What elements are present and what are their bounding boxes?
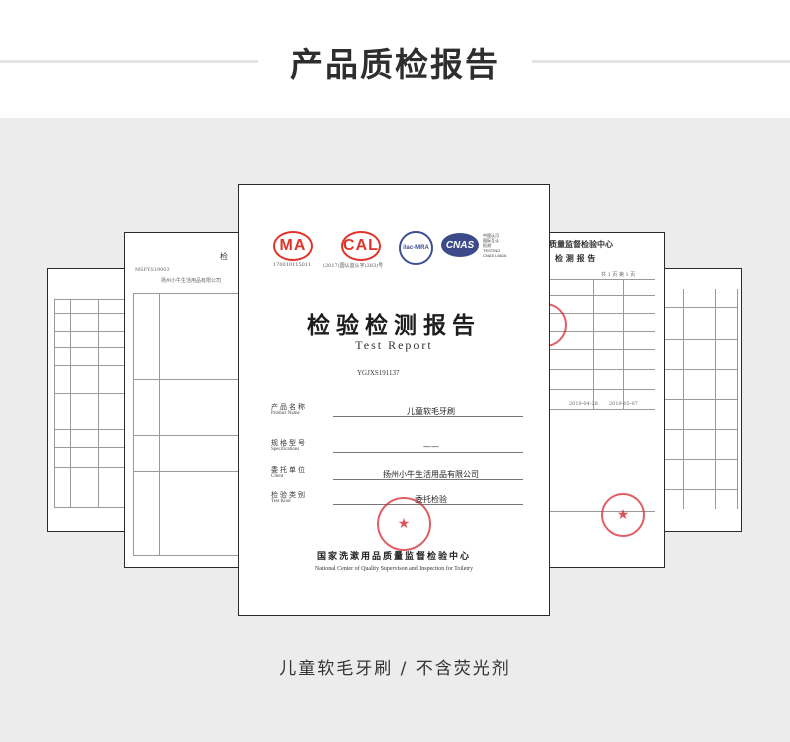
issuing-organization-en: National Center of Quality Supervison an… <box>314 566 474 572</box>
cma-logo-icon: MA <box>273 231 313 261</box>
field-specifications: 规格型号 Specifications —— <box>271 438 523 460</box>
page-title: 产品质检报告 <box>290 45 500 84</box>
report-subtitle: Test Report <box>355 338 433 352</box>
report-page-right: 质量监督检验中心 检 测 报 告 共 1 页 第 1 页 2019-04-28 … <box>538 232 665 568</box>
report-title: 检验检测报告 <box>307 312 481 339</box>
right-report-date-1: 2019-04-28 <box>569 401 598 407</box>
report-page-far-left <box>47 268 133 532</box>
right-report-page: 共 1 页 第 1 页 <box>601 272 636 278</box>
report-page-left: 检 MSFYS19003 扬州小牛生活用品有限公司 <box>124 232 246 568</box>
header-divider-right <box>532 60 790 63</box>
cal-logo-icon: CAL <box>341 231 381 261</box>
page-header: 产品质检报告 <box>0 0 790 118</box>
field-label-en: Client <box>271 474 284 479</box>
field-label-en: Specifications <box>271 447 300 452</box>
right-report-date-2: 2019-05-07 <box>609 401 638 407</box>
right-report-subtitle: 检 测 报 告 <box>555 253 596 263</box>
right-report-title: 质量监督检验中心 <box>549 239 613 249</box>
certification-logos: MA CAL ilac-MRA CNAS 中国认可 国际互认 检测 TESTIN… <box>269 231 519 275</box>
left-report-company: 扬州小牛生活用品有限公司 <box>161 278 222 284</box>
field-value: —— <box>423 442 439 451</box>
field-product-name: 产品名称 Product Name 儿童软毛牙刷 <box>271 402 523 424</box>
report-number: YGJXS191137 <box>357 369 400 377</box>
report-cover-page: MA CAL ilac-MRA CNAS 中国认可 国际互认 检测 TESTIN… <box>238 184 550 616</box>
report-page-far-right <box>662 268 742 532</box>
left-report-title: 检 <box>220 252 228 261</box>
field-client: 委托单位 Client 扬州小牛生活用品有限公司 <box>271 465 523 487</box>
cnas-logo-icon: CNAS <box>441 233 479 257</box>
issuing-organization: 国家洗漱用品质量监督检验中心 <box>316 552 471 562</box>
field-label-en: Product Name <box>271 411 300 416</box>
header-divider-left <box>0 60 258 63</box>
cma-number: 170010115011 <box>273 262 312 268</box>
field-label-en: Test Kind <box>271 499 291 504</box>
left-report-code: MSFYS19003 <box>135 267 170 273</box>
cal-number: (2017)国认监认字(283)号 <box>323 263 384 269</box>
official-seal-icon: ★ <box>377 497 431 551</box>
inspection-stamp: ★ <box>601 493 645 537</box>
ilac-mra-logo-icon: ilac-MRA <box>399 231 433 265</box>
cnas-accreditation-text: 中国认可 国际互认 检测 TESTING CNAS L6616 <box>483 233 507 258</box>
product-caption: 儿童软毛牙刷 / 不含荧光剂 <box>279 659 511 679</box>
